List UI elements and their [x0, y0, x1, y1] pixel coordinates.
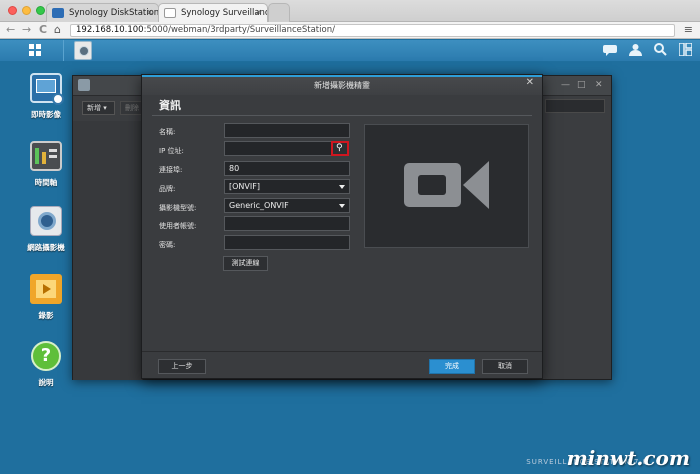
camera-model-label: 攝影機型號:	[159, 204, 197, 212]
camera-screen-shape	[418, 175, 446, 195]
main-menu-icon[interactable]	[29, 44, 42, 57]
username-field[interactable]	[224, 216, 350, 231]
desktop-icon-recording[interactable]: 錄影	[14, 274, 78, 321]
previous-button[interactable]: 上一步	[158, 359, 206, 374]
desktop-icon-timeline[interactable]: 時間軸	[14, 141, 78, 188]
desktop-icon-label: 錄影	[38, 311, 54, 320]
app-icon	[78, 79, 90, 91]
brand-select[interactable]: [ONVIF]	[224, 179, 350, 194]
section-heading: 資訊	[159, 99, 181, 112]
desktop-icon-label: 網路攝影機	[27, 243, 65, 252]
address-bar[interactable]: 192.168.10.100:5000/webman/3rdparty/Surv…	[70, 24, 675, 37]
add-camera-button[interactable]: 新增 ▾	[82, 101, 115, 115]
footer-divider	[142, 351, 542, 352]
desktop-icon-help[interactable]: ? 說明	[14, 341, 78, 388]
desktop-icon-label: 即時影像	[31, 110, 61, 119]
minimize-icon[interactable]: —	[561, 80, 570, 90]
camera-lens-shape	[463, 161, 489, 209]
desktop-icon-live-view[interactable]: 即時影像	[14, 73, 78, 120]
page-favicon-icon	[164, 8, 176, 18]
reload-icon[interactable]: C	[39, 23, 47, 37]
watermark-logo: minwt.com	[566, 446, 690, 470]
browser-toolbar: ← → C ⌂ 192.168.10.100:5000/webman/3rdpa…	[0, 22, 700, 39]
search-icon: ⚲	[336, 143, 343, 153]
ip-address-field[interactable]	[224, 141, 332, 156]
browser-tab-surveillance[interactable]: Synology Surveillance Stat ✕	[158, 3, 268, 22]
close-icon[interactable]: ✕	[526, 77, 534, 88]
close-icon[interactable]: ✕	[595, 80, 603, 90]
dialog-title: 新增攝影機精靈	[142, 75, 542, 95]
home-icon[interactable]: ⌂	[54, 23, 61, 37]
forward-icon[interactable]: →	[22, 23, 31, 37]
password-field[interactable]	[224, 235, 350, 250]
monitor-icon	[30, 73, 64, 105]
search-icon[interactable]	[654, 43, 667, 59]
maximize-icon[interactable]: □	[577, 80, 586, 90]
chevron-down-icon	[339, 204, 345, 208]
minimize-window-button[interactable]	[22, 6, 31, 15]
help-icon: ?	[31, 341, 61, 371]
close-window-button[interactable]	[8, 6, 17, 15]
new-tab-button[interactable]	[268, 3, 290, 22]
desktop-icon-ip-camera[interactable]: 網路攝影機	[14, 206, 78, 253]
widgets-icon[interactable]	[678, 42, 693, 59]
browser-tab-bar: Synology DiskStation - DS ✕ Synology Sur…	[0, 0, 700, 22]
brand-label: 品牌:	[159, 185, 176, 193]
tab-close-icon[interactable]: ✕	[146, 4, 153, 22]
taskbar-divider	[63, 40, 64, 61]
password-label: 密碼:	[159, 241, 176, 249]
tab-close-icon[interactable]: ✕	[255, 4, 262, 22]
heading-divider	[152, 115, 532, 116]
search-camera-button[interactable]: ⚲	[331, 141, 349, 156]
name-label: 名稱:	[159, 128, 176, 136]
camera-preview-panel	[364, 124, 529, 248]
back-icon[interactable]: ←	[6, 23, 15, 37]
brand-value: [ONVIF]	[229, 182, 260, 191]
url-path: :5000/webman/3rdparty/SurveillanceStatio…	[143, 25, 335, 35]
search-field[interactable]	[545, 99, 605, 113]
notifications-icon[interactable]	[603, 43, 617, 59]
cancel-button[interactable]: 取消	[482, 359, 528, 374]
name-field[interactable]	[224, 123, 350, 138]
camera-model-select[interactable]: Generic_ONVIF	[224, 198, 350, 213]
ip-address-label: IP 位址:	[159, 147, 184, 155]
recording-icon	[30, 274, 62, 304]
browser-menu-icon[interactable]: ≡	[684, 23, 693, 36]
username-label: 使用者帳號:	[159, 222, 197, 230]
camera-icon	[30, 206, 62, 236]
test-connection-button[interactable]: 測試連線	[223, 256, 268, 271]
add-camera-wizard-dialog: 新增攝影機精靈 ✕ 資訊 名稱: IP 位址: ⚲ 連接埠: 80 品牌: [O…	[141, 74, 543, 379]
desktop-icon-label: 說明	[38, 378, 54, 387]
browser-tab-diskstation[interactable]: Synology DiskStation - DS ✕	[46, 3, 159, 22]
finish-button[interactable]: 完成	[429, 359, 475, 374]
camera-model-value: Generic_ONVIF	[229, 201, 289, 210]
url-host: 192.168.10.100	[76, 25, 144, 35]
dsm-favicon-icon	[52, 8, 64, 18]
timeline-icon	[30, 141, 62, 171]
port-field[interactable]: 80	[224, 161, 350, 176]
chevron-down-icon	[339, 185, 345, 189]
desktop-icon-label: 時間軸	[34, 178, 58, 187]
port-label: 連接埠:	[159, 166, 183, 174]
sidebar-panel	[73, 121, 143, 380]
user-icon[interactable]	[629, 43, 642, 59]
dsm-taskbar	[0, 40, 700, 61]
maximize-window-button[interactable]	[36, 6, 45, 15]
surveillance-app-taskbar-icon[interactable]	[74, 41, 92, 60]
